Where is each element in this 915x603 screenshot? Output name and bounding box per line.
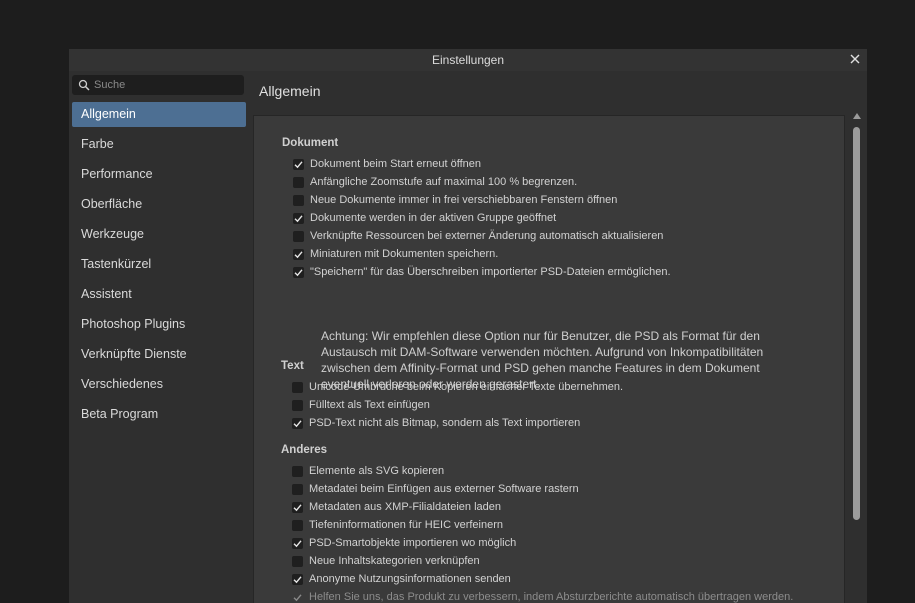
preferences-window: Einstellungen Allgemein Farbe Performanc… (69, 49, 867, 603)
option-label: Tiefeninformationen für HEIC verfeinern (309, 519, 504, 531)
checkbox[interactable] (292, 382, 303, 393)
checkbox[interactable] (293, 249, 304, 260)
option-label: "Speichern" für das Überschreiben import… (310, 266, 671, 278)
option-label: PSD-Smartobjekte importieren wo möglich (309, 537, 517, 549)
sidebar-item-beta-program[interactable]: Beta Program (72, 402, 246, 427)
checkbox[interactable] (292, 466, 303, 477)
option-label: Anfängliche Zoomstufe auf maximal 100 % … (310, 176, 578, 188)
sidebar-item-verknuepfte-dienste[interactable]: Verknüpfte Dienste (72, 342, 246, 367)
checkbox[interactable] (292, 556, 303, 567)
checkbox[interactable] (293, 267, 304, 278)
sidebar-item-tastenkuerzel[interactable]: Tastenkürzel (72, 252, 246, 277)
sidebar-nav: Allgemein Farbe Performance Oberfläche W… (72, 102, 246, 432)
sidebar-item-verschiedenes[interactable]: Verschiedenes (72, 372, 246, 397)
checkbox[interactable] (293, 231, 304, 242)
option-label: Unicode-Umbrüche beim Kopieren einfacher… (309, 381, 624, 393)
checkbox[interactable] (292, 520, 303, 531)
option-label: Anonyme Nutzungsinformationen senden (309, 573, 511, 585)
option-label: PSD-Text nicht als Bitmap, sondern als T… (309, 417, 581, 429)
option-label: Metadatei beim Einfügen aus externer Sof… (309, 483, 579, 495)
option-label: Verknüpfte Ressourcen bei externer Änder… (310, 230, 664, 242)
option-label: Miniaturen mit Dokumenten speichern. (310, 248, 499, 260)
checkbox[interactable] (292, 484, 303, 495)
checkbox[interactable] (293, 159, 304, 170)
sidebar-item-werkzeuge[interactable]: Werkzeuge (72, 222, 246, 247)
checkbox[interactable] (293, 213, 304, 224)
chevron-up-icon[interactable] (853, 113, 861, 119)
checkmark-icon (293, 594, 302, 602)
option-label: Neue Dokumente immer in frei verschiebba… (310, 194, 618, 206)
checkbox (292, 592, 303, 603)
option-label: Neue Inhaltskategorien verknüpfen (309, 555, 480, 567)
checkmark-icon (293, 576, 302, 584)
option-label: Dokument beim Start erneut öffnen (310, 158, 482, 170)
sidebar-item-oberflaeche[interactable]: Oberfläche (72, 192, 246, 217)
option-label: Fülltext als Text einfügen (309, 399, 430, 411)
sidebar-item-assistent[interactable]: Assistent (72, 282, 246, 307)
checkmark-icon (293, 540, 302, 548)
sidebar-item-photoshop-plugins[interactable]: Photoshop Plugins (72, 312, 246, 337)
checkmark-icon (293, 504, 302, 512)
checkmark-icon (293, 420, 302, 428)
checkmark-icon (294, 269, 303, 277)
search-icon (78, 78, 90, 91)
title-bar: Einstellungen (69, 49, 867, 71)
scrollbar-thumb[interactable] (853, 127, 860, 520)
checkbox[interactable] (292, 574, 303, 585)
checkmark-icon (294, 161, 303, 169)
page-title: Allgemein (259, 83, 321, 99)
section-title-dokument: Dokument (282, 137, 339, 149)
checkbox[interactable] (293, 195, 304, 206)
sidebar-item-farbe[interactable]: Farbe (72, 132, 246, 157)
sidebar: Allgemein Farbe Performance Oberfläche W… (69, 71, 249, 603)
checkbox[interactable] (293, 177, 304, 188)
close-icon[interactable] (848, 52, 862, 66)
sidebar-item-performance[interactable]: Performance (72, 162, 246, 187)
checkmark-icon (294, 251, 303, 259)
checkmark-icon (294, 215, 303, 223)
search-box (72, 75, 244, 95)
option-label: Helfen Sie uns, das Produkt zu verbesser… (309, 591, 794, 603)
vertical-scrollbar[interactable] (850, 111, 864, 603)
checkbox[interactable] (292, 538, 303, 549)
search-input[interactable] (94, 75, 242, 95)
window-title: Einstellungen (431, 53, 505, 67)
checkbox[interactable] (292, 400, 303, 411)
checkbox[interactable] (292, 418, 303, 429)
checkbox[interactable] (292, 502, 303, 513)
option-label: Dokumente werden in der aktiven Gruppe g… (310, 212, 557, 224)
content-area: Allgemein Dokument Dokument beim Start e… (249, 71, 867, 603)
option-label: Elemente als SVG kopieren (309, 465, 445, 477)
sidebar-item-allgemein[interactable]: Allgemein (72, 102, 246, 127)
option-label: Metadaten aus XMP-Filialdateien laden (309, 501, 502, 513)
